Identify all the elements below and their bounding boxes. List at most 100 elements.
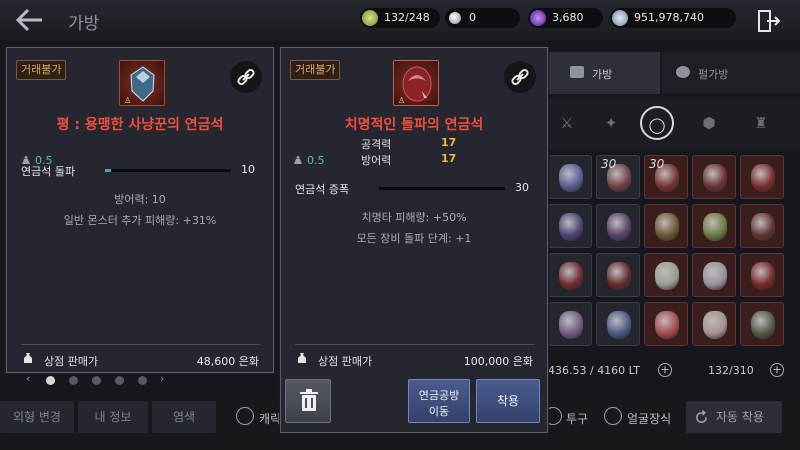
item-weight: 0.5: [307, 154, 325, 167]
pearl-bag-tab-icon: [676, 66, 690, 78]
inventory-slot[interactable]: [548, 204, 592, 248]
stat-attack: 공격력 17: [361, 136, 481, 152]
effect-line: 방어력: 10: [114, 193, 166, 206]
inventory-slot[interactable]: [740, 253, 784, 297]
expand-slots-button[interactable]: +: [770, 363, 784, 377]
amplification-value: 30: [515, 181, 529, 194]
amplification-bar-fill: [379, 187, 505, 190]
gem-icon: [559, 311, 583, 339]
stat-label: 공격력: [361, 138, 392, 151]
inventory-slot[interactable]: [548, 302, 592, 346]
shield-category-icon[interactable]: ⬢: [692, 106, 726, 140]
armor-category-icon[interactable]: ✦: [594, 106, 628, 140]
item-name: 치명적인 돌파의 연금석: [344, 117, 484, 133]
gem-icon: [607, 311, 631, 339]
crystal-value: 3,680: [552, 11, 584, 24]
inventory-slot[interactable]: [596, 302, 640, 346]
chain-link-icon: [511, 68, 529, 86]
gem-icon: [655, 213, 679, 241]
pager-next-icon[interactable]: ›: [160, 372, 164, 385]
inventory-slot[interactable]: 30: [596, 155, 640, 199]
sell-price-row: 상점 판매가 48,600 은화: [7, 348, 273, 370]
crystal-counter: 3,680: [528, 8, 603, 28]
my-info-button[interactable]: 내 정보: [78, 401, 148, 433]
pearl-counter: 0: [445, 8, 520, 28]
delete-item-button[interactable]: [285, 379, 331, 423]
inventory-slots: 132/310: [708, 364, 754, 377]
accessory-category-icon[interactable]: ◯: [640, 106, 674, 140]
back-arrow-icon[interactable]: [14, 7, 44, 33]
inventory-slot[interactable]: [596, 204, 640, 248]
inventory-slot[interactable]: [740, 302, 784, 346]
tab-bag-label: 가방: [592, 68, 613, 81]
amplification-row: 연금석 증폭 30: [281, 178, 547, 198]
pager-dot[interactable]: [115, 376, 124, 385]
inventory-slot[interactable]: [740, 155, 784, 199]
pager-dot[interactable]: [92, 376, 101, 385]
pearl-value: 0: [469, 11, 476, 24]
money-bag-icon: [298, 353, 306, 363]
gem-icon: [607, 213, 631, 241]
inventory-slot[interactable]: [548, 155, 592, 199]
equipped-item-tooltip: 거래불가 ♙ 평 : 용맹한 사냥꾼의 연금석 0.5 연금석 돌파 10 방어…: [6, 47, 274, 373]
gem-icon: [655, 311, 679, 339]
inventory-grid: 30 30: [548, 155, 790, 351]
pager-dot[interactable]: [69, 376, 78, 385]
effect-line: 치명타 피해량: +50%: [361, 211, 467, 224]
stat-value: 17: [441, 136, 457, 149]
sell-price-label: 상점 판매가: [44, 355, 99, 368]
exit-door-icon[interactable]: [757, 9, 781, 33]
go-to-alchemy-workshop-button[interactable]: 연금공방 이동: [408, 379, 470, 423]
face-accessory-checkbox[interactable]: [604, 407, 622, 425]
gem-icon: [703, 213, 727, 241]
silver-coin-icon: [612, 10, 628, 26]
tab-pearl-bag[interactable]: 펄가방: [662, 52, 800, 94]
alchemy-button-line1: 연금공방: [418, 389, 460, 402]
silver-counter: 951,978,740: [610, 8, 736, 28]
pager-prev-icon[interactable]: ‹: [26, 372, 30, 385]
tab-bag[interactable]: 가방: [548, 52, 660, 94]
character-checkbox[interactable]: [236, 407, 254, 425]
inventory-slot[interactable]: [692, 253, 736, 297]
inventory-slot[interactable]: [692, 204, 736, 248]
effect-list: 치명타 피해량: +50% 모든 장비 돌파 단계: +1: [281, 209, 547, 251]
tab-pearl-bag-label: 펄가방: [698, 68, 729, 81]
trash-icon: [300, 389, 318, 411]
inventory-slot[interactable]: [548, 253, 592, 297]
inventory-slot[interactable]: [596, 253, 640, 297]
inventory-slot[interactable]: 30: [644, 155, 688, 199]
breakthrough-bar: [105, 169, 231, 172]
gem-icon: [559, 262, 583, 290]
crystal-icon: [530, 10, 546, 26]
gem-icon: [751, 164, 775, 192]
inventory-slot[interactable]: [692, 155, 736, 199]
weapon-category-icon[interactable]: ⚔: [550, 106, 584, 140]
pager-dot[interactable]: [46, 376, 55, 385]
inventory-slot[interactable]: [644, 302, 688, 346]
inventory-weight: 436.53 / 4160 LT: [548, 364, 641, 377]
dye-button[interactable]: 염색: [152, 401, 216, 433]
breakthrough-bar-fill: [105, 169, 112, 172]
auto-equip-button[interactable]: 자동 착용: [686, 401, 782, 433]
svg-text:♙: ♙: [124, 96, 131, 105]
top-bar: 가방 132/248 0 3,680 951,978,740: [0, 0, 800, 40]
link-item-button[interactable]: [504, 61, 536, 93]
inventory-slot[interactable]: [644, 204, 688, 248]
inventory-slot[interactable]: [740, 204, 784, 248]
gem-icon: [703, 262, 727, 290]
effect-line: 모든 장비 돌파 단계: +1: [356, 232, 472, 245]
silver-value: 951,978,740: [634, 11, 704, 24]
link-item-button[interactable]: [230, 61, 262, 93]
sell-price-value: 100,000 은화: [463, 355, 533, 368]
equip-button[interactable]: 착용: [476, 379, 540, 423]
inventory-footer: 436.53 / 4160 LT + 132/310 +: [548, 358, 800, 382]
category-filter-row: ⚔ ✦ ◯ ⬢ ♜: [548, 98, 800, 150]
inventory-slot[interactable]: [644, 253, 688, 297]
inventory-slot[interactable]: [692, 302, 736, 346]
gem-icon: [703, 164, 727, 192]
appearance-change-button[interactable]: 외형 변경: [0, 401, 74, 433]
alchemy-category-icon[interactable]: ♜: [744, 106, 778, 140]
expand-weight-button[interactable]: +: [658, 363, 672, 377]
page-title: 가방: [68, 14, 100, 34]
pager-dot[interactable]: [138, 376, 147, 385]
